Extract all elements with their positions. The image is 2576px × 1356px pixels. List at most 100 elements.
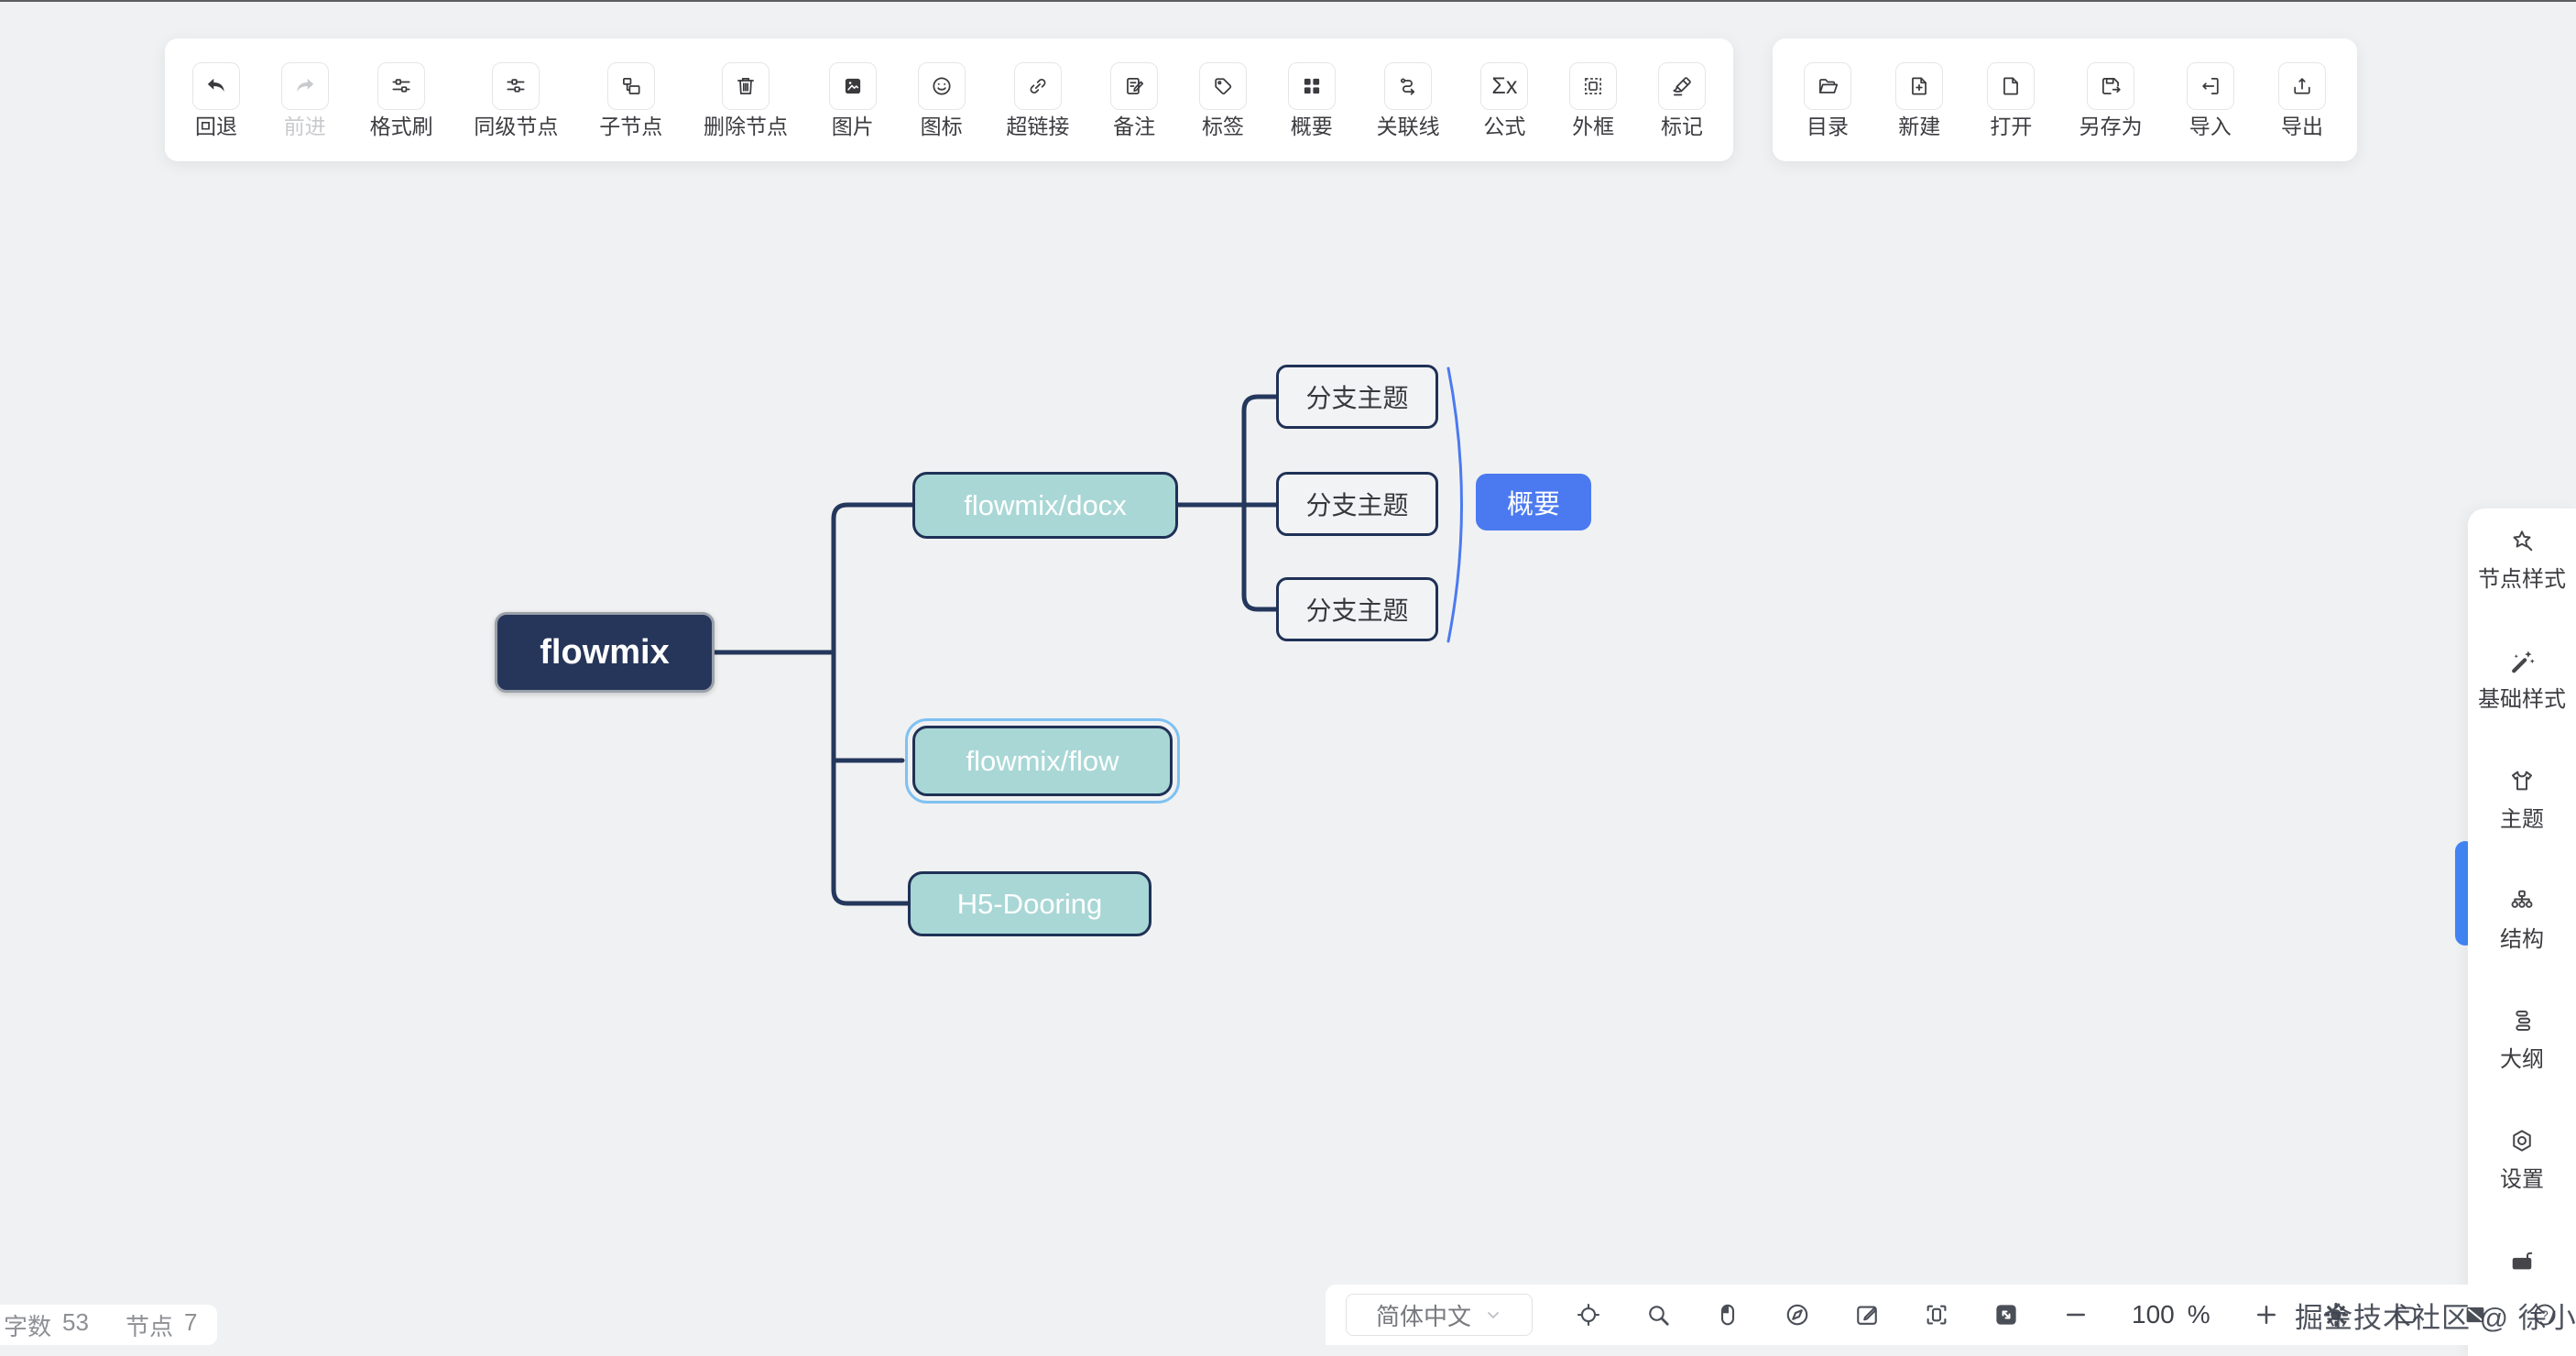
base-style-label: 基础样式 — [2478, 681, 2566, 713]
marker-button[interactable]: 标记 — [1658, 62, 1706, 137]
formula-icon: Σx — [1491, 75, 1517, 98]
watermark-frame-button[interactable] — [2392, 1301, 2419, 1329]
export-icon — [2290, 74, 2314, 98]
redo-icon — [293, 74, 317, 98]
search-icon — [1644, 1301, 1672, 1329]
tag-button[interactable]: 标签 — [1199, 62, 1247, 137]
settings-label: 设置 — [2500, 1161, 2544, 1193]
mindmap-branch-node-2[interactable]: 分支主题 — [1276, 472, 1438, 536]
flow-node-label: flowmix/flow — [966, 745, 1119, 778]
open-file-label: 打开 — [1990, 116, 2032, 137]
keyboard-icon — [2508, 1247, 2536, 1274]
branch-node-label: 分支主题 — [1305, 378, 1408, 415]
export-button[interactable]: 导出 — [2278, 62, 2326, 137]
child-node-icon — [619, 74, 643, 98]
sibling-node-label: 同级节点 — [474, 116, 558, 137]
mindmap-branch-node-1[interactable]: 分支主题 — [1276, 365, 1438, 429]
child-node-label: 子节点 — [599, 116, 662, 137]
minimap-nav-button[interactable] — [1784, 1301, 1811, 1329]
help-button[interactable]: ? — [2531, 1301, 2559, 1329]
smiley-icon — [930, 74, 954, 98]
mindmap-branch-node-3[interactable]: 分支主题 — [1276, 577, 1438, 641]
undo-label: 回退 — [195, 116, 237, 137]
resize-dark-icon — [1992, 1301, 2020, 1329]
help-icon: ? — [2531, 1300, 2559, 1329]
delete-node-icon — [734, 74, 758, 98]
sidebar-item-node-style[interactable]: 节点样式 — [2478, 527, 2566, 593]
relation-line-label: 关联线 — [1377, 116, 1440, 137]
file-toolbar: 目录 新建 打开 另存为 导入 导出 — [1773, 38, 2357, 161]
hyperlink-button[interactable]: 超链接 — [1006, 62, 1069, 137]
relation-line-button[interactable]: 关联线 — [1377, 62, 1440, 137]
right-sidebar: 节点样式 基础样式 主题 结构 大纲 设置 快捷键 — [2468, 508, 2576, 1356]
note-icon — [1122, 74, 1146, 98]
zoom-in-button[interactable] — [2253, 1301, 2280, 1329]
note-button[interactable]: 备注 — [1110, 62, 1158, 137]
locate-root-button[interactable] — [1575, 1301, 1602, 1329]
summary-label: 概要 — [1291, 116, 1333, 137]
emoji-icon-button[interactable]: 图标 — [918, 62, 966, 137]
note-label: 备注 — [1113, 116, 1155, 137]
image-label: 图片 — [832, 116, 874, 137]
formula-button[interactable]: Σx 公式 — [1480, 62, 1528, 137]
settings-icon — [2508, 1127, 2536, 1154]
node-style-icon — [2508, 527, 2536, 554]
mindmap-node-docx[interactable]: flowmix/docx — [912, 472, 1178, 539]
board-button[interactable] — [2461, 1301, 2489, 1329]
mindmap-node-flow-selected[interactable]: flowmix/flow — [912, 726, 1173, 796]
outer-frame-button[interactable]: 外框 — [1569, 62, 1617, 137]
fullscreen-button[interactable] — [1923, 1301, 1950, 1329]
import-button[interactable]: 导入 — [2187, 62, 2234, 137]
structure-icon — [2508, 887, 2536, 914]
branch-node-label: 分支主题 — [1305, 591, 1408, 628]
base-style-icon — [2508, 647, 2536, 674]
link-icon — [1026, 74, 1050, 98]
sidebar-item-base-style[interactable]: 基础样式 — [2478, 647, 2566, 713]
mindmap-node-h5dooring[interactable]: H5-Dooring — [908, 871, 1152, 936]
language-value: 简体中文 — [1376, 1298, 1471, 1332]
zoom-out-button[interactable] — [2062, 1301, 2090, 1329]
sibling-node-icon — [504, 74, 528, 98]
sun-icon — [2322, 1301, 2350, 1329]
zoom-level: 100 % — [2132, 1300, 2210, 1329]
outline-label: 大纲 — [2500, 1041, 2544, 1073]
undo-icon — [204, 74, 228, 98]
mindmap-root-node[interactable]: flowmix — [495, 612, 715, 693]
tag-icon — [1211, 74, 1235, 98]
theme-tshirt-icon — [2508, 767, 2536, 794]
sidebar-item-structure[interactable]: 结构 — [2500, 887, 2544, 953]
main-toolbar: 回退 前进 格式刷 同级节点 子节点 删除节点 图片 图标 — [165, 38, 1733, 161]
outer-frame-label: 外框 — [1572, 116, 1614, 137]
brightness-button[interactable] — [2322, 1301, 2350, 1329]
sidebar-item-settings[interactable]: 设置 — [2500, 1127, 2544, 1193]
sibling-node-button[interactable]: 同级节点 — [474, 62, 558, 137]
image-button[interactable]: 图片 — [829, 62, 877, 137]
delete-node-label: 删除节点 — [704, 116, 788, 137]
undo-button[interactable]: 回退 — [192, 62, 240, 137]
docx-node-label: flowmix/docx — [964, 489, 1126, 522]
new-file-button[interactable]: 新建 — [1895, 62, 1943, 137]
summary-button[interactable]: 概要 — [1288, 62, 1336, 137]
edit-mode-button[interactable] — [1853, 1301, 1881, 1329]
fullscreen-icon — [1923, 1301, 1950, 1329]
child-node-button[interactable]: 子节点 — [599, 62, 662, 137]
zoom-value: 100 — [2132, 1300, 2175, 1329]
open-file-button[interactable]: 打开 — [1987, 62, 2035, 137]
format-painter-label: 格式刷 — [370, 116, 433, 137]
save-as-button[interactable]: 另存为 — [2079, 62, 2143, 137]
format-painter-button[interactable]: 格式刷 — [370, 62, 433, 137]
language-select[interactable]: 简体中文 — [1346, 1294, 1533, 1336]
new-file-label: 新建 — [1898, 116, 1940, 137]
mindmap-summary-node[interactable]: 概要 — [1476, 474, 1591, 530]
search-button[interactable] — [1644, 1301, 1672, 1329]
catalog-button[interactable]: 目录 — [1804, 62, 1851, 137]
edit-icon — [1853, 1301, 1881, 1329]
sidebar-item-outline[interactable]: 大纲 — [2500, 1007, 2544, 1073]
plus-icon — [2253, 1301, 2280, 1329]
redo-button[interactable]: 前进 — [281, 62, 329, 137]
sidebar-item-theme[interactable]: 主题 — [2500, 767, 2544, 833]
delete-node-button[interactable]: 删除节点 — [704, 62, 788, 137]
h5-node-label: H5-Dooring — [957, 888, 1103, 921]
fit-canvas-button[interactable] — [1992, 1301, 2020, 1329]
mouse-behavior-button[interactable] — [1714, 1301, 1741, 1329]
